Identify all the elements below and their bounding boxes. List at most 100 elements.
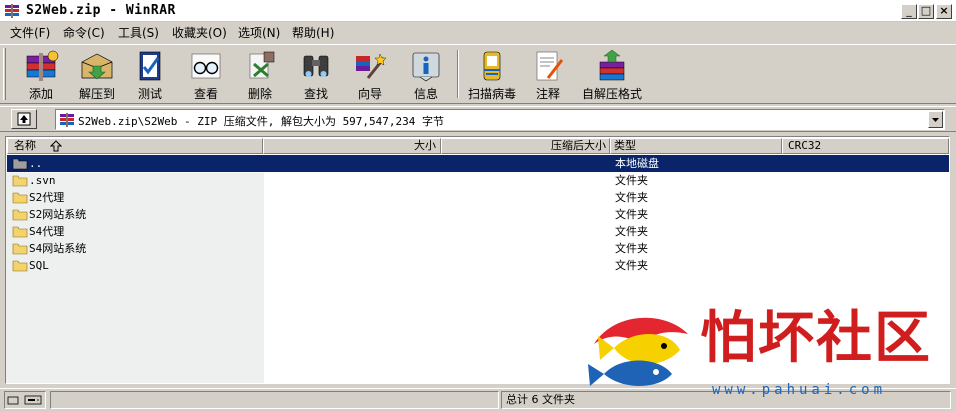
file-row[interactable]: S2代理 文件夹 (7, 189, 949, 206)
test-label: 测试 (137, 87, 162, 101)
file-row[interactable]: SQL 文件夹 (7, 257, 949, 274)
status-drive-cell[interactable] (4, 391, 46, 409)
file-name: S4网站系统 (29, 242, 87, 255)
column-header-packed[interactable]: 压缩后大小 (441, 138, 610, 154)
menu-file[interactable]: 文件(F) (10, 24, 50, 41)
archive-path-text: S2Web.zip\S2Web - ZIP 压缩文件, 解包大小为 597,54… (78, 115, 445, 128)
folder-icon (12, 175, 28, 187)
file-name: S2网站系统 (29, 208, 87, 221)
file-type: 文件夹 (615, 259, 648, 272)
file-name: S2代理 (29, 191, 65, 204)
virus-scan-button[interactable]: 扫描病毒 (464, 46, 520, 102)
folder-icon (12, 226, 28, 238)
view-button[interactable]: 查看 (184, 46, 228, 102)
menu-help[interactable]: 帮助(H) (292, 24, 334, 41)
folder-icon (12, 260, 28, 272)
watermark-brand: 怕坏社区 (700, 305, 932, 371)
file-row[interactable]: S2网站系统 文件夹 (7, 206, 949, 223)
file-row[interactable]: S4网站系统 文件夹 (7, 240, 949, 257)
info-button[interactable]: 信息 (404, 46, 448, 102)
file-type: 文件夹 (615, 191, 648, 204)
status-summary: 总计 6 文件夹 (506, 393, 575, 406)
comment-button[interactable]: 注释 (526, 46, 570, 102)
extract-to-label: 解压到 (78, 87, 115, 101)
extract-to-button[interactable]: 解压到 (72, 46, 122, 102)
menu-options[interactable]: 选项(N) (238, 24, 280, 41)
info-icon (412, 52, 440, 82)
column-header-type[interactable]: 类型 (610, 138, 782, 154)
archive-path-combo[interactable]: S2Web.zip\S2Web - ZIP 压缩文件, 解包大小为 597,54… (55, 109, 945, 130)
column-type-label: 类型 (614, 139, 636, 152)
file-name: .svn (29, 174, 56, 187)
maximize-button[interactable]: □ (918, 4, 934, 19)
column-size-label: 大小 (414, 139, 436, 152)
add-books-icon (26, 50, 59, 81)
column-crc-label: CRC32 (788, 139, 822, 152)
toolbar-grip[interactable] (3, 48, 6, 100)
column-packed-label: 压缩后大小 (551, 139, 606, 152)
folder-icon (12, 243, 28, 255)
close-button[interactable]: × (936, 4, 952, 19)
comment-label: 注释 (535, 87, 560, 101)
find-button[interactable]: 查找 (294, 46, 338, 102)
add-label: 添加 (28, 87, 53, 101)
extract-to-icon (81, 53, 113, 80)
test-button[interactable]: 测试 (128, 46, 172, 102)
menu-commands[interactable]: 命令(C) (63, 24, 105, 41)
winrar-app-icon (5, 4, 19, 18)
virus-scan-label: 扫描病毒 (467, 87, 516, 101)
find-binoculars-icon (303, 55, 329, 77)
toolbar-separator (457, 50, 459, 98)
file-name: S4代理 (29, 225, 65, 238)
menu-tools[interactable]: 工具(S) (118, 24, 159, 41)
wizard-label: 向导 (357, 87, 382, 101)
view-label: 查看 (193, 87, 218, 101)
drive-icon (7, 395, 42, 405)
file-type: 本地磁盘 (615, 157, 659, 170)
minimize-button[interactable]: _ (901, 4, 917, 19)
watermark: 怕坏社区 www.pahuai.com (580, 300, 940, 404)
find-label: 查找 (303, 87, 328, 101)
watermark-url: www.pahuai.com (712, 382, 887, 398)
title-bar: S2Web.zip - WinRAR (0, 0, 956, 22)
test-icon (139, 51, 161, 81)
sfx-icon (599, 49, 625, 81)
delete-button[interactable]: 删除 (238, 46, 282, 102)
file-name: .. (29, 157, 43, 170)
delete-icon (249, 51, 275, 79)
folder-up-icon (12, 158, 28, 170)
file-row[interactable]: S4代理 文件夹 (7, 223, 949, 240)
column-header-name[interactable]: 名称 (7, 138, 263, 154)
wizard-button[interactable]: 向导 (348, 46, 392, 102)
column-name-label: 名称 (14, 139, 36, 152)
up-arrow-icon (17, 112, 31, 126)
column-header-crc[interactable]: CRC32 (782, 138, 949, 154)
info-label: 信息 (413, 87, 438, 101)
folder-icon (12, 209, 28, 221)
window-title: S2Web.zip - WinRAR (26, 3, 176, 18)
chevron-down-icon (932, 118, 939, 122)
sfx-label: 自解压格式 (581, 87, 642, 101)
folder-icon (12, 192, 28, 204)
fish-logo-icon (588, 317, 688, 386)
column-header-size[interactable]: 大小 (263, 138, 441, 154)
menu-bar: 文件(F) 命令(C) 工具(S) 收藏夹(O) 选项(N) 帮助(H) (0, 22, 956, 42)
delete-label: 删除 (247, 87, 272, 101)
up-folder-button[interactable] (11, 109, 37, 129)
add-button[interactable]: 添加 (16, 46, 66, 102)
file-type: 文件夹 (615, 225, 648, 238)
file-name: SQL (29, 259, 49, 272)
status-selection-cell (50, 391, 499, 409)
sfx-button[interactable]: 自解压格式 (580, 46, 644, 102)
sort-up-arrow-icon (50, 140, 62, 152)
file-type: 文件夹 (615, 242, 648, 255)
comment-icon (536, 51, 564, 81)
zip-archive-icon (60, 113, 74, 127)
wizard-icon (356, 53, 387, 79)
path-dropdown-button[interactable] (928, 111, 943, 128)
file-row[interactable]: .svn 文件夹 (7, 172, 949, 189)
file-row-parent[interactable]: .. 本地磁盘 (6, 154, 950, 173)
file-type: 文件夹 (615, 208, 648, 221)
menu-favorites[interactable]: 收藏夹(O) (172, 24, 227, 41)
file-type: 文件夹 (615, 174, 648, 187)
